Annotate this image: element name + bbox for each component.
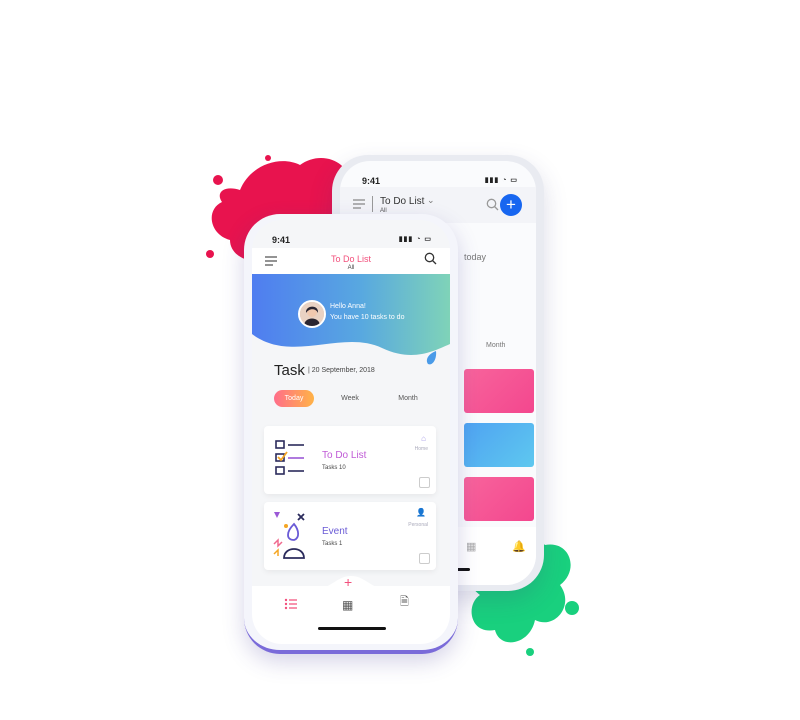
menu-icon[interactable] bbox=[264, 256, 278, 266]
status-time: 9:41 bbox=[272, 235, 291, 245]
status-time: 9:41 bbox=[362, 176, 381, 186]
settings-doc-icon[interactable]: 🗎 bbox=[400, 593, 409, 612]
drop-icon bbox=[426, 351, 437, 365]
menu-icon[interactable] bbox=[352, 199, 366, 209]
card-tag: Home bbox=[414, 446, 428, 452]
calendar-icon[interactable]: ▦ bbox=[466, 540, 476, 553]
greeting-hello: Hello Anna! bbox=[330, 303, 366, 310]
signal-wifi-battery-icon: ▮▮▮ ◔ ▭ bbox=[484, 177, 518, 184]
task-heading: Task bbox=[274, 362, 305, 379]
task-date: | 20 September, 2018 bbox=[308, 367, 375, 374]
bottom-navigation bbox=[252, 586, 450, 644]
card-tag: Personal bbox=[408, 522, 428, 528]
front-phone: 9:41 ▮▮▮ ◔ ▭ To Do List All Hello Anna! … bbox=[244, 214, 458, 654]
tab-week[interactable]: Week bbox=[330, 390, 370, 407]
tab-month[interactable]: Month bbox=[486, 342, 505, 349]
search-icon[interactable] bbox=[486, 198, 499, 211]
category-card-pink[interactable] bbox=[464, 369, 534, 413]
tab-today[interactable]: Today bbox=[274, 390, 314, 407]
card-title: To Do List bbox=[322, 450, 367, 461]
category-card-event[interactable]: Event Tasks 1 👤 Personal bbox=[264, 502, 436, 570]
signal-wifi-battery-icon: ▮▮▮ ◔ ▭ bbox=[398, 236, 432, 243]
greeting-summary: You have 10 tasks to do bbox=[330, 314, 405, 321]
person-icon: 👤 bbox=[416, 508, 426, 517]
card-checkbox[interactable] bbox=[419, 477, 430, 488]
card-title: Event bbox=[322, 526, 348, 537]
divider bbox=[372, 196, 373, 212]
list-icon[interactable] bbox=[284, 598, 298, 610]
bell-icon[interactable]: 🔔 bbox=[512, 540, 526, 553]
chevron-down-icon[interactable]: ⌄ bbox=[427, 195, 435, 206]
category-card-todo[interactable]: To Do List Tasks 10 ⌂ Home bbox=[264, 426, 436, 494]
checklist-icon bbox=[275, 440, 304, 475]
page-subtitle: All bbox=[347, 265, 355, 271]
category-card-blue[interactable] bbox=[464, 423, 534, 467]
home-indicator bbox=[318, 627, 386, 630]
event-icon bbox=[273, 512, 305, 559]
category-card-pink-2[interactable] bbox=[464, 477, 534, 521]
avatar[interactable] bbox=[298, 300, 326, 328]
page-title[interactable]: To Do List bbox=[380, 196, 424, 207]
card-task-count: Tasks 1 bbox=[322, 541, 343, 547]
partial-greeting-text: today bbox=[464, 252, 487, 262]
status-bar: 9:41 ▮▮▮ ◔ ▭ bbox=[252, 232, 450, 246]
plus-icon[interactable]: + bbox=[344, 574, 352, 590]
calendar-icon[interactable]: ▦ bbox=[342, 598, 353, 612]
card-task-count: Tasks 10 bbox=[322, 465, 346, 471]
card-checkbox[interactable] bbox=[419, 553, 430, 564]
page-title: To Do List bbox=[330, 254, 372, 264]
add-task-button[interactable]: + bbox=[500, 194, 522, 216]
tab-month[interactable]: Month bbox=[388, 390, 428, 407]
front-phone-screen: 9:41 ▮▮▮ ◔ ▭ To Do List All Hello Anna! … bbox=[252, 220, 450, 644]
home-icon: ⌂ bbox=[421, 434, 426, 443]
search-icon[interactable] bbox=[424, 252, 437, 265]
